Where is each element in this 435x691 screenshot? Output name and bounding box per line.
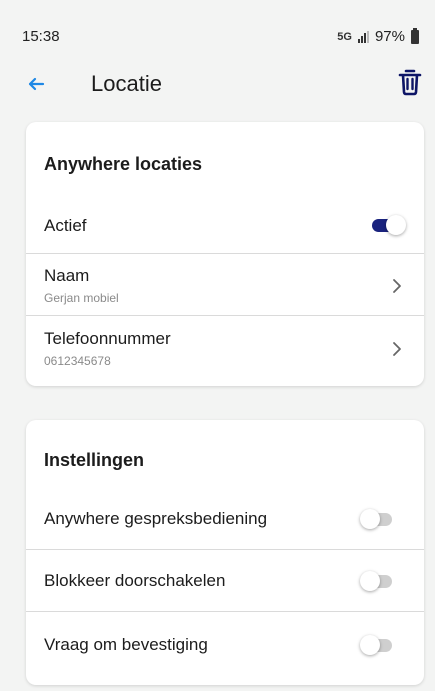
settings-item-block-forwarding[interactable]: Blokkeer doorschakelen <box>26 550 424 612</box>
app-bar: Locatie <box>0 60 435 112</box>
status-bar: 15:38 5G 97% <box>0 0 435 60</box>
battery-icon <box>411 27 419 44</box>
active-label: Actief <box>44 216 87 235</box>
name-value: Gerjan mobiel <box>44 291 119 305</box>
network-5g-icon: 5G <box>337 30 352 43</box>
battery-percentage: 97% <box>374 28 405 45</box>
name-row[interactable]: Naam Gerjan mobiel <box>26 254 424 316</box>
call-control-toggle[interactable] <box>360 509 396 529</box>
status-icons: 5G 97% <box>337 27 419 45</box>
setting-label: Vraag om bevestiging <box>44 635 208 654</box>
setting-label: Blokkeer doorschakelen <box>44 571 226 590</box>
block-forwarding-toggle[interactable] <box>360 571 396 591</box>
arrow-left-icon[interactable] <box>24 72 48 96</box>
location-card-title: Anywhere locaties <box>44 154 203 174</box>
location-card: Anywhere locaties Actief Naam Gerjan mob… <box>26 122 424 386</box>
active-row[interactable]: Actief <box>26 198 424 254</box>
page-title: Locatie <box>91 71 162 96</box>
ask-confirmation-toggle[interactable] <box>360 635 396 655</box>
settings-card: Instellingen Anywhere gespreksbediening … <box>26 420 424 685</box>
status-time: 15:38 <box>22 28 60 45</box>
setting-label: Anywhere gespreksbediening <box>44 509 268 528</box>
chevron-right-icon <box>393 342 401 356</box>
phone-row[interactable]: Telefoonnummer 0612345678 <box>26 316 424 378</box>
settings-item-ask-confirmation[interactable]: Vraag om bevestiging <box>26 612 424 674</box>
name-label: Naam <box>44 266 90 285</box>
phone-value: 0612345678 <box>44 354 111 368</box>
phone-label: Telefoonnummer <box>44 329 171 348</box>
settings-item-call-control[interactable]: Anywhere gespreksbediening <box>26 488 424 550</box>
signal-icon <box>357 30 369 43</box>
trash-icon[interactable] <box>397 68 423 96</box>
active-toggle[interactable] <box>370 215 406 235</box>
settings-card-title: Instellingen <box>44 450 145 470</box>
chevron-right-icon <box>393 279 401 293</box>
